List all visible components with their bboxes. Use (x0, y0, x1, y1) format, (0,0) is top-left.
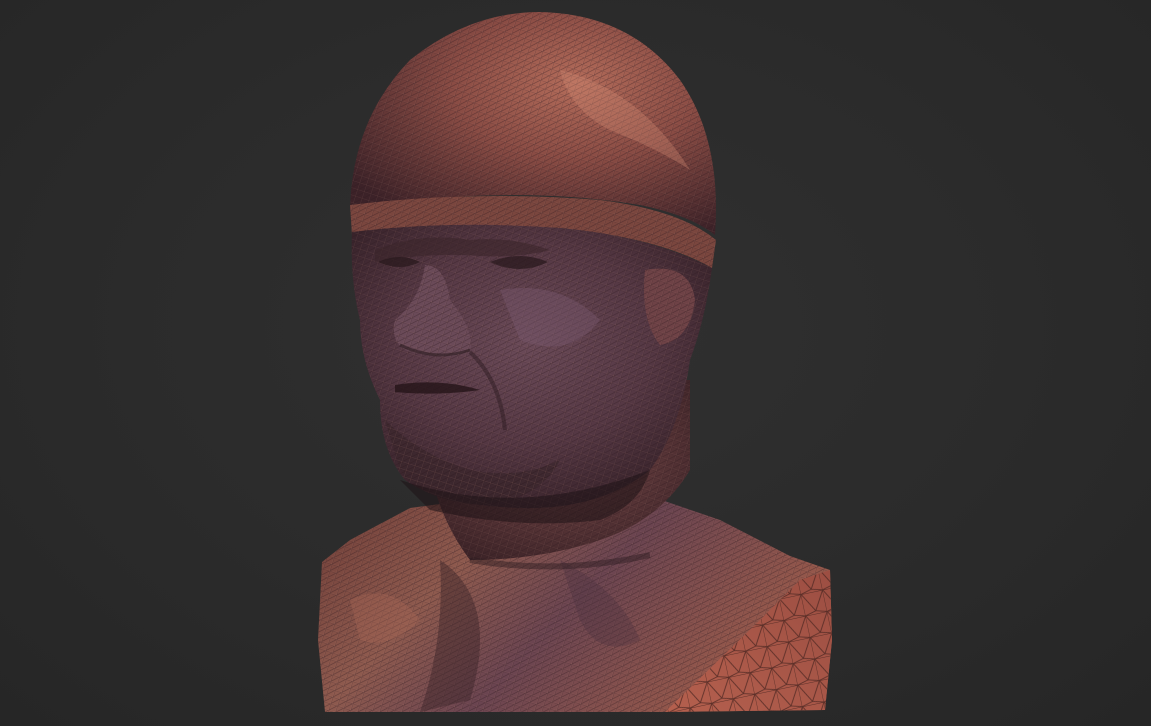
viewport-canvas[interactable] (0, 0, 1151, 726)
bust-mesh-render (318, 12, 832, 712)
